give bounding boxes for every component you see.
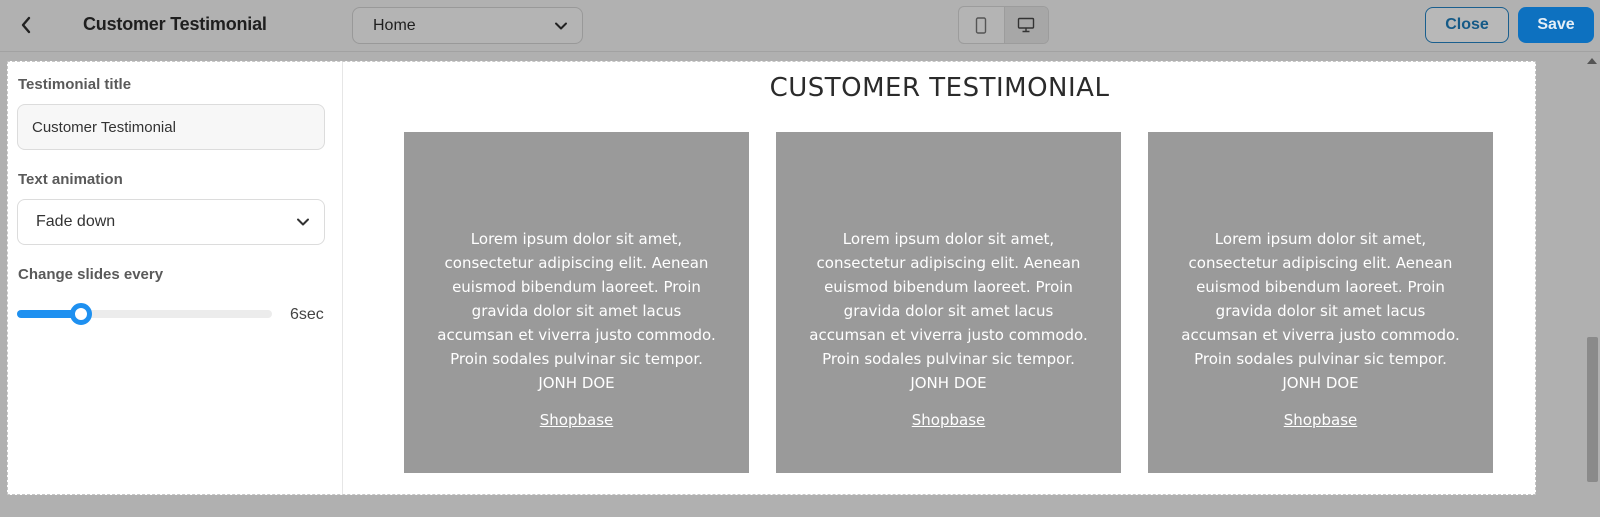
slider-thumb[interactable] — [70, 303, 92, 325]
page-select-value: Home — [373, 16, 416, 34]
close-button[interactable]: Close — [1425, 7, 1509, 43]
testimonial-link[interactable]: Shopbase — [912, 411, 985, 429]
save-button[interactable]: Save — [1518, 7, 1594, 43]
text-animation-select[interactable]: Fade down — [17, 199, 325, 245]
testimonial-author: JONH DOE — [538, 374, 615, 392]
slides-interval-value: 6sec — [290, 306, 324, 323]
section-title[interactable]: CUSTOMER TESTIMONIAL — [344, 73, 1535, 103]
desktop-view-button[interactable] — [1003, 7, 1048, 43]
page-title: Customer Testimonial — [83, 14, 267, 34]
testimonial-author: JONH DOE — [910, 374, 987, 392]
testimonial-title-input[interactable] — [17, 104, 325, 150]
text-animation-label: Text animation — [18, 171, 123, 188]
change-slides-label: Change slides every — [18, 266, 164, 283]
mobile-view-button[interactable] — [959, 7, 1004, 43]
testimonial-author: JONH DOE — [1282, 374, 1359, 392]
testimonial-preview: CUSTOMER TESTIMONIAL Lorem ipsum dolor s… — [344, 62, 1535, 494]
slides-interval-slider[interactable] — [17, 303, 272, 325]
back-button[interactable] — [14, 13, 38, 37]
chevron-down-icon — [555, 22, 567, 29]
testimonial-quote: Lorem ipsum dolor sit amet, consectetur … — [809, 230, 1088, 368]
scroll-up-arrow-icon[interactable] — [1587, 58, 1597, 64]
top-toolbar: Customer Testimonial Home Close Save — [0, 0, 1600, 52]
editor-stage: Testimonial title Text animation Fade do… — [7, 61, 1536, 495]
text-animation-value: Fade down — [36, 213, 116, 230]
testimonial-card[interactable]: Lorem ipsum dolor sit amet, consectetur … — [404, 132, 749, 473]
desktop-icon — [1018, 17, 1035, 33]
mobile-icon — [976, 16, 987, 34]
settings-panel: Testimonial title Text animation Fade do… — [8, 62, 343, 494]
testimonial-quote: Lorem ipsum dolor sit amet, consectetur … — [437, 230, 716, 368]
testimonial-card[interactable]: Lorem ipsum dolor sit amet, consectetur … — [776, 132, 1121, 473]
testimonial-title-label: Testimonial title — [18, 76, 132, 93]
scrollbar-thumb[interactable] — [1587, 337, 1598, 482]
testimonial-link[interactable]: Shopbase — [540, 411, 613, 429]
chevron-down-icon — [297, 218, 309, 226]
testimonial-link[interactable]: Shopbase — [1284, 411, 1357, 429]
page-select[interactable]: Home — [352, 7, 583, 44]
testimonial-quote: Lorem ipsum dolor sit amet, consectetur … — [1181, 230, 1460, 368]
vertical-scrollbar[interactable] — [1584, 52, 1600, 517]
testimonial-card[interactable]: Lorem ipsum dolor sit amet, consectetur … — [1148, 132, 1493, 473]
chevron-left-icon — [21, 16, 31, 34]
device-toggle — [958, 6, 1049, 44]
